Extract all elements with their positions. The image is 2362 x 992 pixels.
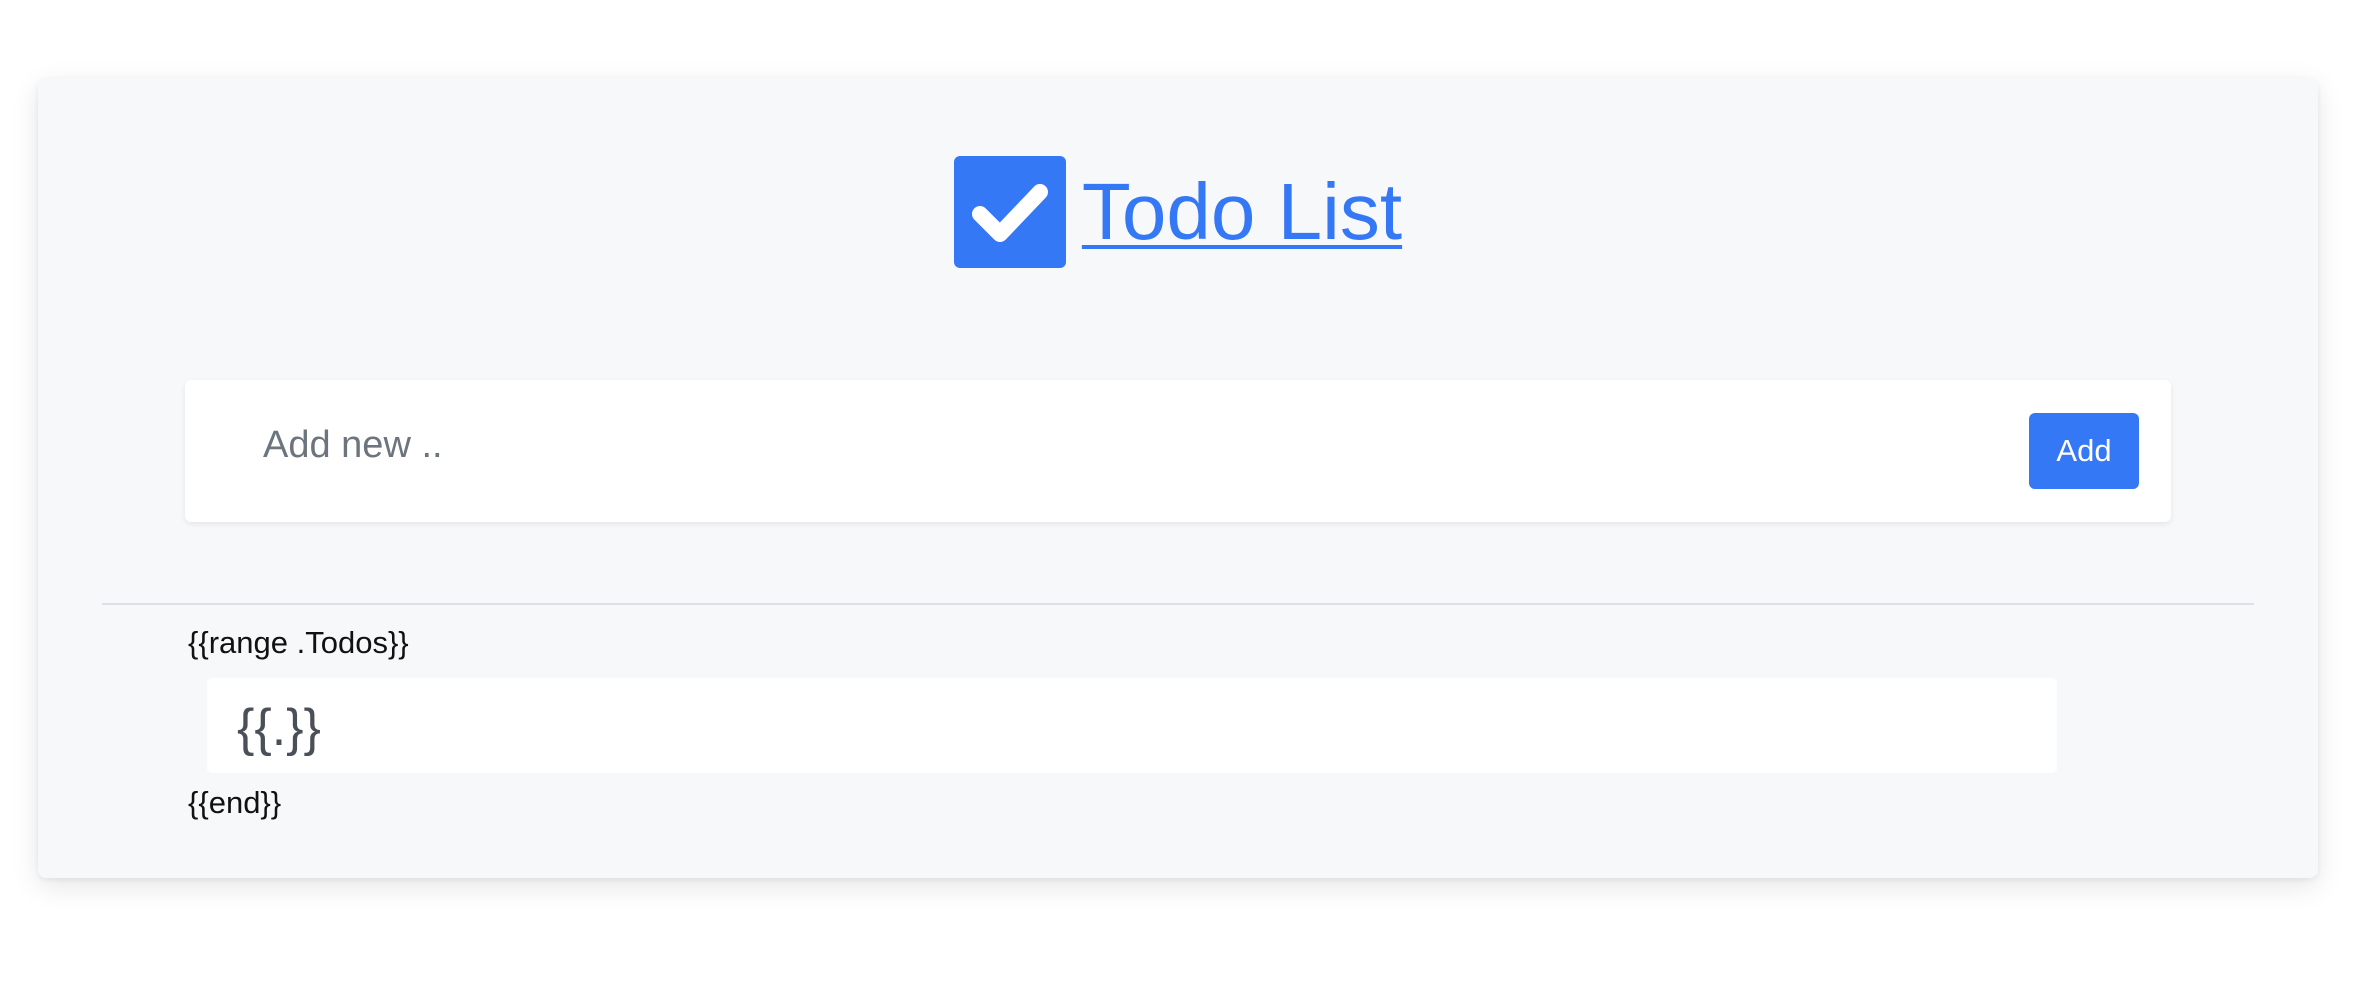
list-item: {{.}} bbox=[207, 678, 2057, 773]
add-button[interactable]: Add bbox=[2029, 413, 2139, 489]
add-todo-form: Add bbox=[185, 380, 2171, 522]
list-item-text: {{.}} bbox=[237, 699, 321, 757]
divider bbox=[102, 603, 2254, 605]
new-todo-input[interactable] bbox=[215, 404, 2015, 486]
range-end-text: {{end}} bbox=[188, 785, 282, 820]
todo-card: Todo List Add {{range .Todos}} {{.}} {{e… bbox=[38, 78, 2318, 878]
range-start-text: {{range .Todos}} bbox=[188, 625, 409, 660]
page-title-link[interactable]: Todo List bbox=[1082, 172, 1402, 252]
header: Todo List bbox=[38, 155, 2318, 269]
checkbox-check-icon bbox=[953, 156, 1066, 268]
